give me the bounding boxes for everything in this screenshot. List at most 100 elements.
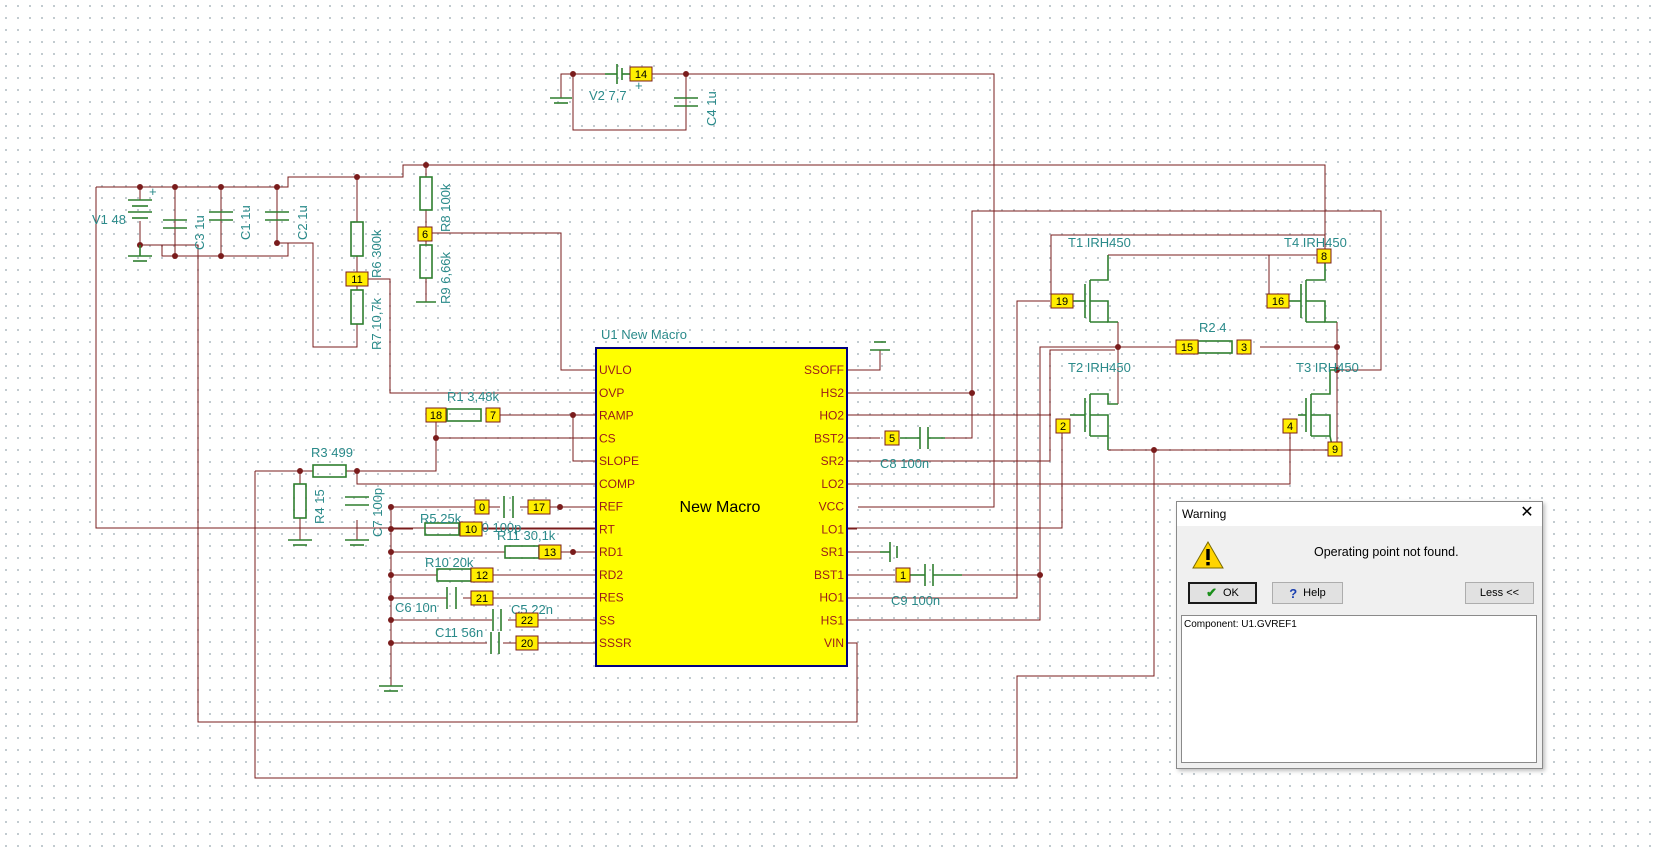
node-tag-17: 17	[527, 499, 551, 515]
battery-v1[interactable]	[128, 199, 152, 219]
svg-text:4: 4	[1287, 421, 1293, 433]
svg-text:16: 16	[1272, 296, 1284, 308]
mosfet-t2[interactable]	[1070, 393, 1118, 450]
node-tag-15: 15	[1175, 339, 1199, 355]
node-tag-16: 16	[1266, 293, 1290, 309]
capacitor-c8[interactable]	[900, 427, 945, 449]
node-tag-4: 4	[1282, 418, 1298, 434]
label-r4: R4 15	[312, 489, 327, 524]
close-icon[interactable]: ✕	[1518, 504, 1536, 522]
svg-text:19: 19	[1056, 296, 1068, 308]
capacitor-c10[interactable]	[503, 496, 514, 518]
label-r8: R8 100k	[438, 183, 453, 232]
label-t2: T2 IRH450	[1068, 360, 1131, 375]
ok-button-label: OK	[1223, 587, 1239, 599]
capacitor-c9[interactable]	[910, 564, 962, 586]
macro-pin-res: RES	[599, 591, 624, 605]
svg-text:1: 1	[900, 570, 906, 582]
label-r9: R9 6,66k	[438, 251, 453, 304]
svg-text:9: 9	[1332, 444, 1338, 456]
svg-text:17: 17	[533, 502, 545, 514]
warning-icon	[1192, 540, 1224, 569]
dialog-message: Operating point not found.	[1314, 545, 1459, 559]
macro-pin-vin: VIN	[824, 636, 844, 650]
checkmark-icon: ✔	[1206, 585, 1217, 600]
node-tag-14: 14	[629, 66, 653, 82]
macro-pin-sr2: SR2	[821, 454, 845, 468]
label-v1-plus: +	[149, 184, 157, 199]
mosfet-t3[interactable]	[1298, 369, 1337, 451]
dialog-title: Warning	[1182, 507, 1227, 521]
macro-pin-rt: RT	[599, 522, 615, 536]
macro-pin-bst1: BST1	[814, 568, 844, 582]
label-c6: C6 10n	[395, 600, 437, 615]
svg-text:20: 20	[521, 638, 533, 650]
macro-pin-ho2: HO2	[819, 409, 844, 423]
capacitor-c11[interactable]	[490, 632, 500, 654]
macro-pin-ssoff: SSOFF	[804, 363, 844, 377]
node-tag-3: 3	[1236, 339, 1252, 355]
capacitor-sr1[interactable]	[880, 542, 898, 562]
macro-pin-lo1: LO1	[821, 522, 844, 536]
macro-pin-cs: CS	[599, 431, 616, 445]
node-tag-9: 9	[1327, 441, 1343, 457]
macro-pin-rd1: RD1	[599, 545, 623, 559]
dialog-details-box[interactable]: Component: U1.GVREF1	[1181, 615, 1537, 763]
node-tag-8: 8	[1316, 248, 1332, 264]
label-t4: T4 IRH450	[1284, 235, 1347, 250]
macro-pin-ramp: RAMP	[599, 409, 634, 423]
macro-pin-uvlo: UVLO	[599, 363, 632, 377]
node-tag-7: 7	[485, 407, 501, 423]
mosfet-t1[interactable]	[1073, 255, 1118, 323]
label-r10: R10 20k	[425, 555, 474, 570]
svg-text:5: 5	[889, 433, 895, 445]
help-button-label: Help	[1303, 587, 1326, 599]
capacitor-c5[interactable]	[492, 609, 502, 631]
warning-dialog[interactable]: Warning ✕ Operating point not found. ✔ O…	[1176, 501, 1543, 769]
help-icon: ?	[1289, 585, 1298, 601]
macro-pin-ref: REF	[599, 500, 623, 514]
macro-pin-lo2: LO2	[821, 477, 844, 491]
macro-pin-bst2: BST2	[814, 431, 844, 445]
macro-name: New Macro	[680, 499, 761, 516]
node-tag-11: 11	[345, 271, 369, 287]
macro-pin-comp: COMP	[599, 477, 635, 491]
dialog-titlebar[interactable]: Warning ✕	[1177, 502, 1542, 526]
help-button[interactable]: ? Help	[1272, 582, 1343, 604]
node-tag-1: 1	[895, 567, 911, 583]
svg-text:22: 22	[521, 615, 533, 627]
battery-v2[interactable]	[605, 64, 630, 84]
label-r1: R1 3,48k	[447, 389, 500, 404]
svg-text:13: 13	[544, 547, 556, 559]
label-c11: C11 56n	[435, 625, 483, 640]
dialog-details-text: Component: U1.GVREF1	[1184, 619, 1297, 630]
macro-pin-slope: SLOPE	[599, 454, 639, 468]
label-c2: C2 1u	[295, 205, 310, 240]
label-u1: U1 New Macro	[601, 327, 687, 342]
svg-text:10: 10	[465, 524, 477, 536]
label-r11: R11 30,1k	[497, 528, 556, 543]
node-tag-22: 22	[515, 612, 539, 628]
less-button[interactable]: Less <<	[1465, 582, 1534, 604]
label-r6: R6 300k	[369, 229, 384, 278]
macro-pin-sr1: SR1	[821, 545, 845, 559]
svg-text:18: 18	[430, 410, 442, 422]
capacitor-c7[interactable]	[345, 496, 369, 506]
label-r5: R5 25k	[420, 511, 462, 526]
macro-u1[interactable]: New Macro	[595, 347, 848, 667]
ok-button[interactable]: ✔ OK	[1188, 582, 1257, 604]
svg-text:15: 15	[1181, 342, 1193, 354]
node-tag-18: 18	[425, 407, 447, 423]
macro-pin-sssr: SSSR	[599, 636, 632, 650]
macro-pin-hs2: HS2	[821, 386, 845, 400]
label-c1: C1 1u	[238, 205, 253, 240]
label-c8: C8 100n	[880, 456, 929, 471]
mosfet-t4[interactable]	[1289, 263, 1337, 323]
capacitor-c6[interactable]	[446, 587, 457, 609]
less-button-label: Less <<	[1479, 587, 1520, 599]
label-c9: C9 100n	[891, 593, 940, 608]
node-tag-0: 0	[474, 499, 490, 515]
label-r7: R7 10,7k	[369, 297, 384, 350]
svg-text:12: 12	[476, 570, 488, 582]
node-tag-20: 20	[515, 635, 539, 651]
